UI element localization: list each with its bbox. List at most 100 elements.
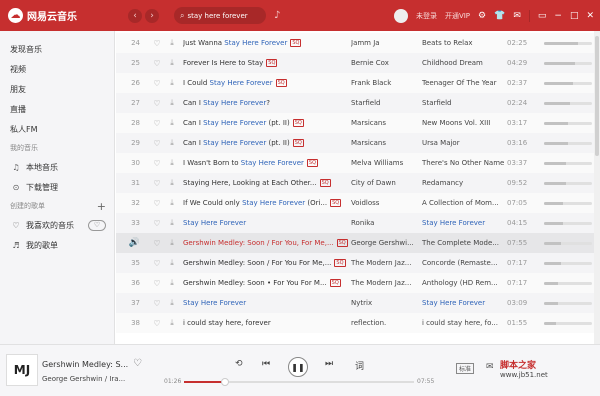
- next-track-icon[interactable]: ⏭: [325, 359, 333, 369]
- search-input[interactable]: stay here forever: [187, 12, 247, 20]
- download-icon[interactable]: ⤓: [166, 218, 178, 228]
- download-icon[interactable]: ⤓: [166, 138, 178, 148]
- table-row[interactable]: 25 ♡ ⤓ Forever Is Here to Stay SQ Bernie Cox C…: [116, 53, 596, 73]
- progress-bar[interactable]: [184, 378, 414, 386]
- progress-knob[interactable]: [221, 378, 230, 386]
- track-title[interactable]: Stay Here Forever: [183, 299, 351, 307]
- like-heart-icon[interactable]: ♡: [150, 139, 164, 148]
- track-artist[interactable]: Nytrix: [351, 299, 417, 307]
- table-row[interactable]: 29 ♡ ⤓ Can I Stay Here Forever (pt. II) SQ Ma…: [116, 133, 596, 153]
- track-title[interactable]: If We Could only Stay Here Forever (Ori.…: [183, 199, 351, 207]
- like-heart-icon[interactable]: ♡: [150, 179, 164, 188]
- close-icon[interactable]: ✕: [586, 11, 594, 21]
- track-title[interactable]: Staying Here, Looking at Each Other... SQ: [183, 179, 351, 187]
- track-title[interactable]: I Could Stay Here Forever SQ: [183, 79, 351, 87]
- track-album[interactable]: New Moons Vol. XIII: [422, 119, 506, 127]
- track-title[interactable]: I Wasn't Born to Stay Here Forever SQ: [183, 159, 351, 167]
- table-row[interactable]: 🔊 ♡ ⤓ Gershwin Medley: Soon / For You, For …: [116, 233, 596, 253]
- download-icon[interactable]: ⤓: [166, 98, 178, 108]
- like-heart-icon[interactable]: ♡: [150, 319, 164, 328]
- download-icon[interactable]: ⤓: [166, 198, 178, 208]
- track-album[interactable]: Stay Here Forever: [422, 299, 506, 307]
- table-row[interactable]: 26 ♡ ⤓ I Could Stay Here Forever SQ Frank Bla…: [116, 73, 596, 93]
- sidebar-item-live[interactable]: 直播: [0, 99, 114, 119]
- search-box[interactable]: ⌕ stay here forever: [174, 7, 266, 24]
- track-artist[interactable]: The Modern Jaz...: [351, 259, 417, 267]
- download-icon[interactable]: ⤓: [166, 78, 178, 88]
- like-heart-icon[interactable]: ♡: [133, 358, 142, 369]
- track-artist[interactable]: George Gershwi...: [351, 239, 417, 247]
- listen-recognize-icon[interactable]: ♪: [274, 10, 280, 21]
- track-title[interactable]: Just Wanna Stay Here Forever SQ: [183, 39, 351, 47]
- like-heart-icon[interactable]: ♡: [150, 99, 164, 108]
- like-heart-icon[interactable]: ♡: [150, 259, 164, 268]
- table-row[interactable]: 36 ♡ ⤓ Gershwin Medley: Soon • For You For …: [116, 273, 596, 293]
- download-icon[interactable]: ⤓: [166, 258, 178, 268]
- table-row[interactable]: 38 ♡ ⤓ i could stay here, forever reflection…: [116, 313, 596, 333]
- miniplayer-icon[interactable]: ▭: [538, 11, 547, 21]
- sidebar-item-friends[interactable]: 朋友: [0, 79, 114, 99]
- app-logo[interactable]: ☁ 网易云音乐: [8, 8, 128, 23]
- download-icon[interactable]: ⤓: [166, 318, 178, 328]
- track-album[interactable]: Ursa Major: [422, 139, 506, 147]
- download-icon[interactable]: ⤓: [166, 158, 178, 168]
- sidebar-item-video[interactable]: 视频: [0, 59, 114, 79]
- track-album[interactable]: Beats to Relax: [422, 39, 506, 47]
- like-heart-icon[interactable]: ♡: [150, 219, 164, 228]
- track-album[interactable]: Childhood Dream: [422, 59, 506, 67]
- download-icon[interactable]: ⤓: [166, 58, 178, 68]
- maximize-icon[interactable]: □: [570, 11, 579, 21]
- sidebar-item-liked-music[interactable]: ♡ 我喜欢的音乐 ♡: [0, 215, 114, 235]
- like-heart-icon[interactable]: ♡: [150, 279, 164, 288]
- track-title[interactable]: Forever Is Here to Stay SQ: [183, 59, 351, 67]
- download-icon[interactable]: ⤓: [166, 118, 178, 128]
- download-icon[interactable]: ⤓: [166, 298, 178, 308]
- login-link[interactable]: 未登录: [416, 11, 437, 21]
- quality-button[interactable]: 标准: [456, 363, 475, 374]
- track-title[interactable]: Gershwin Medley: Soon / For You For Me,.…: [183, 259, 351, 267]
- avatar[interactable]: [393, 8, 408, 23]
- like-heart-icon[interactable]: ♡: [150, 39, 164, 48]
- download-icon[interactable]: ⤓: [166, 278, 178, 288]
- track-title[interactable]: Can I Stay Here Forever (pt. II) SQ: [183, 139, 351, 147]
- back-button[interactable]: ‹: [128, 8, 142, 23]
- vip-link[interactable]: 开通VIP: [445, 11, 470, 21]
- now-playing-title[interactable]: Gershwin Medley: S...: [42, 360, 128, 369]
- scrollbar-thumb[interactable]: [595, 36, 599, 156]
- track-album[interactable]: The Complete Mode...: [422, 239, 506, 247]
- table-row[interactable]: 28 ♡ ⤓ Can I Stay Here Forever (pt. II) SQ Ma…: [116, 113, 596, 133]
- now-playing-artist[interactable]: George Gershwin / Ira...: [42, 375, 125, 383]
- like-heart-icon[interactable]: ♡: [150, 59, 164, 68]
- like-heart-icon[interactable]: ♡: [150, 119, 164, 128]
- track-artist[interactable]: Frank Black: [351, 79, 417, 87]
- play-mode-icon[interactable]: ⟲: [235, 359, 243, 369]
- track-title[interactable]: Stay Here Forever: [183, 219, 351, 227]
- table-row[interactable]: 27 ♡ ⤓ Can I Stay Here Forever? Starfield Sta…: [116, 93, 596, 113]
- track-album[interactable]: Starfield: [422, 99, 506, 107]
- download-icon[interactable]: ⤓: [166, 238, 178, 248]
- gear-icon[interactable]: ⚙: [478, 11, 486, 21]
- create-playlist-button[interactable]: +: [97, 200, 106, 213]
- table-row[interactable]: 33 ♡ ⤓ Stay Here Forever Ronika Stay Here For…: [116, 213, 596, 233]
- track-title[interactable]: Gershwin Medley: Soon / For You, For Me,…: [183, 239, 351, 247]
- share-icon[interactable]: ✉: [486, 362, 494, 372]
- track-title[interactable]: Can I Stay Here Forever?: [183, 99, 351, 107]
- track-album[interactable]: i could stay here, fo...: [422, 319, 506, 327]
- like-heart-icon[interactable]: ♡: [150, 199, 164, 208]
- track-album[interactable]: There's No Other Name: [422, 159, 506, 167]
- sidebar-item-local-music[interactable]: ♫ 本地音乐: [0, 157, 114, 177]
- previous-track-icon[interactable]: ⏮: [262, 359, 270, 369]
- table-row[interactable]: 31 ♡ ⤓ Staying Here, Looking at Each Other.…: [116, 173, 596, 193]
- download-icon[interactable]: ⤓: [166, 178, 178, 188]
- track-title[interactable]: i could stay here, forever: [183, 319, 351, 327]
- mail-icon[interactable]: ✉: [513, 11, 521, 21]
- table-row[interactable]: 30 ♡ ⤓ I Wasn't Born to Stay Here Forever SQ…: [116, 153, 596, 173]
- track-artist[interactable]: Starfield: [351, 99, 417, 107]
- track-artist[interactable]: The Modern Jaz...: [351, 279, 417, 287]
- track-album[interactable]: Concorde (Remaste...: [422, 259, 506, 267]
- track-artist[interactable]: reflection.: [351, 319, 417, 327]
- heartbeat-mode-button[interactable]: ♡: [88, 219, 106, 231]
- sidebar-item-my-playlist[interactable]: ♬ 我的歌单: [0, 235, 114, 255]
- track-artist[interactable]: Ronika: [351, 219, 417, 227]
- download-icon[interactable]: ⤓: [166, 38, 178, 48]
